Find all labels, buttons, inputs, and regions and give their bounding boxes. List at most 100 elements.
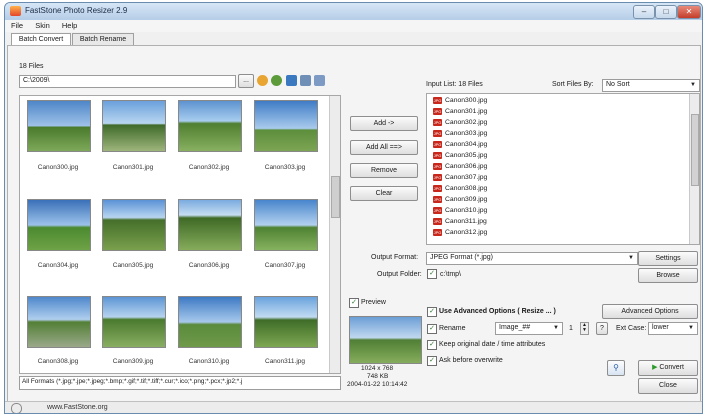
list-item[interactable]: JPG Canon308.jpg bbox=[433, 184, 487, 194]
thumbnail-canon306[interactable] bbox=[178, 199, 242, 251]
thumbnail-caption: Canon304.jpg bbox=[37, 262, 79, 269]
add-button[interactable]: Add -> bbox=[350, 116, 418, 131]
rename-checkbox[interactable]: ✓ bbox=[427, 324, 437, 334]
tab-batch-rename[interactable]: Batch Rename bbox=[72, 33, 134, 45]
input-list-header: Input List: 18 Files bbox=[426, 81, 483, 88]
thumbnail-canon308[interactable] bbox=[27, 296, 91, 348]
start-number-spinner[interactable]: ▲ ▼ bbox=[580, 322, 589, 335]
window-title: FastStone Photo Resizer 2.9 bbox=[25, 6, 128, 15]
scrollbar-thumb[interactable] bbox=[331, 176, 340, 218]
list-item[interactable]: JPG Canon312.jpg bbox=[433, 228, 487, 238]
ext-case-label: Ext Case: bbox=[616, 325, 647, 332]
keep-date-checkbox[interactable]: ✓ bbox=[427, 340, 437, 350]
sort-files-dropdown[interactable]: No Sort ▼ bbox=[602, 79, 700, 92]
add-all-button[interactable]: Add All ==> bbox=[350, 140, 418, 155]
list-item[interactable]: JPG Canon309.jpg bbox=[433, 195, 487, 205]
website-link[interactable]: www.FastStone.org bbox=[47, 404, 108, 411]
list-item[interactable]: JPG Canon306.jpg bbox=[433, 162, 487, 172]
chevron-down-icon: ▼ bbox=[628, 255, 634, 261]
preview-image bbox=[349, 316, 422, 364]
thumbnail-canon304[interactable] bbox=[27, 199, 91, 251]
favorites-icon[interactable] bbox=[257, 75, 268, 86]
output-folder-checkbox[interactable]: ✓ bbox=[427, 269, 437, 279]
refresh-icon[interactable] bbox=[271, 75, 282, 86]
jpg-file-icon: JPG bbox=[433, 96, 442, 104]
thumbnail-view-icon[interactable] bbox=[286, 75, 297, 86]
thumbnail-canon311[interactable] bbox=[254, 296, 318, 348]
scrollbar-thumb[interactable] bbox=[691, 114, 699, 186]
thumbnail-caption: Canon311.jpg bbox=[265, 358, 305, 365]
folder-path-field[interactable]: C:\2009\ bbox=[19, 75, 236, 88]
clear-button[interactable]: Clear bbox=[350, 186, 418, 201]
advanced-options-label: Use Advanced Options ( Resize ... ) bbox=[439, 308, 556, 315]
details-view-icon[interactable] bbox=[314, 75, 325, 86]
thumbnail-canon302[interactable] bbox=[178, 100, 242, 152]
output-folder-value: c:\tmp\ bbox=[440, 271, 462, 278]
settings-button[interactable]: Settings bbox=[638, 251, 698, 266]
list-item[interactable]: JPG Canon311.jpg bbox=[433, 217, 487, 227]
thumbnail-canon301[interactable] bbox=[102, 100, 166, 152]
browse-folder-button[interactable]: ... bbox=[238, 74, 254, 88]
thumbnail-canon309[interactable] bbox=[102, 296, 166, 348]
input-file-list: JPG Canon300.jpg JPG Canon301.jpg JPG Canon… bbox=[426, 93, 700, 245]
list-item[interactable]: JPG Canon304.jpg bbox=[433, 140, 487, 150]
preview-file-size: 748 KB bbox=[367, 373, 389, 380]
advanced-options-button[interactable]: Advanced Options bbox=[602, 304, 698, 319]
menu-help[interactable]: Help bbox=[62, 20, 77, 32]
rename-label: Rename bbox=[439, 325, 466, 332]
menu-skin[interactable]: Skin bbox=[35, 20, 50, 32]
thumbnail-canon303[interactable] bbox=[254, 100, 318, 152]
list-item[interactable]: JPG Canon300.jpg bbox=[433, 96, 487, 106]
browse-output-button[interactable]: Browse bbox=[638, 268, 698, 283]
chevron-down-icon: ▼ bbox=[553, 325, 559, 331]
preview-file-button[interactable]: ⚲ bbox=[607, 360, 625, 376]
keep-date-label: Keep original date / time attributes bbox=[439, 341, 546, 348]
rename-pattern-dropdown[interactable]: Image_## ▼ bbox=[495, 322, 563, 335]
jpg-file-icon: JPG bbox=[433, 195, 442, 203]
list-item[interactable]: JPG Canon310.jpg bbox=[433, 206, 487, 216]
ask-overwrite-checkbox[interactable]: ✓ bbox=[427, 356, 437, 366]
preview-checkbox[interactable]: ✓ bbox=[349, 298, 359, 308]
output-format-dropdown[interactable]: JPEG Format (*.jpg) ▼ bbox=[426, 252, 638, 265]
menu-file[interactable]: File bbox=[11, 20, 23, 32]
status-bar: www.FastStone.org bbox=[5, 401, 702, 413]
globe-icon bbox=[11, 403, 22, 413]
list-item[interactable]: JPG Canon302.jpg bbox=[433, 118, 487, 128]
preview-label: Preview bbox=[361, 299, 386, 306]
preview-datetime: 2004-01-22 10:14:42 bbox=[347, 381, 408, 388]
maximize-button[interactable]: □ bbox=[655, 5, 677, 19]
thumbnail-canon300[interactable] bbox=[27, 100, 91, 152]
input-list-scrollbar[interactable] bbox=[689, 94, 699, 244]
ext-case-dropdown[interactable]: lower ▼ bbox=[648, 322, 698, 335]
thumbnail-caption: Canon302.jpg bbox=[188, 164, 230, 171]
list-view-icon[interactable] bbox=[300, 75, 311, 86]
jpg-file-icon: JPG bbox=[433, 129, 442, 137]
convert-button[interactable]: ▶ Convert bbox=[638, 360, 698, 376]
advanced-options-checkbox[interactable]: ✓ bbox=[427, 307, 437, 317]
list-item[interactable]: JPG Canon305.jpg bbox=[433, 151, 487, 161]
list-item[interactable]: JPG Canon303.jpg bbox=[433, 129, 487, 139]
close-window-button[interactable]: ✕ bbox=[677, 5, 701, 19]
thumbnail-caption: Canon305.jpg bbox=[112, 262, 154, 269]
output-folder-label: Output Folder: bbox=[377, 271, 422, 278]
preview-dimensions: 1024 x 768 bbox=[361, 365, 394, 372]
thumbnail-canon305[interactable] bbox=[102, 199, 166, 251]
list-item[interactable]: JPG Canon307.jpg bbox=[433, 173, 487, 183]
thumbnail-canon307[interactable] bbox=[254, 199, 318, 251]
thumbnail-canon310[interactable] bbox=[178, 296, 242, 348]
close-button[interactable]: Close bbox=[638, 378, 698, 394]
thumbnail-scrollbar[interactable] bbox=[329, 96, 340, 373]
jpg-file-icon: JPG bbox=[433, 206, 442, 214]
title-bar: FastStone Photo Resizer 2.9 – □ ✕ bbox=[5, 3, 702, 20]
start-number-value[interactable]: 1 bbox=[569, 325, 573, 332]
minimize-button[interactable]: – bbox=[633, 5, 655, 19]
help-button[interactable]: ? bbox=[596, 322, 608, 335]
jpg-file-icon: JPG bbox=[433, 140, 442, 148]
list-item[interactable]: JPG Canon301.jpg bbox=[433, 107, 487, 117]
remove-button[interactable]: Remove bbox=[350, 163, 418, 178]
files-count: 18 Files bbox=[19, 63, 44, 70]
format-filter-dropdown[interactable]: All Formats (*.jpg;*.jpe;*.jpeg;*.bmp;*.… bbox=[19, 376, 341, 390]
format-filter-text: All Formats (*.jpg;*.jpe;*.jpeg;*.bmp;*.… bbox=[22, 378, 243, 385]
jpg-file-icon: JPG bbox=[433, 162, 442, 170]
thumbnail-caption: Canon303.jpg bbox=[264, 164, 306, 171]
